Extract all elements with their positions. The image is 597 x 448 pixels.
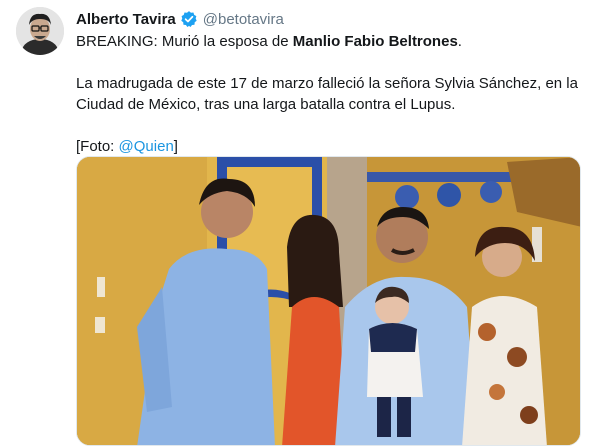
tweet-header: Alberto Tavira @betotavira xyxy=(76,8,284,30)
family-photo-illustration xyxy=(77,157,580,445)
photo-credit-suffix: ] xyxy=(173,138,178,155)
avatar-portrait xyxy=(16,7,64,55)
tweet-text: BREAKING: Murió la esposa de Manlio Fabi… xyxy=(76,31,586,157)
author-name[interactable]: Alberto Tavira xyxy=(76,11,176,28)
tweet-headline: BREAKING: Murió la esposa de Manlio Fabi… xyxy=(76,31,586,52)
verified-badge-icon xyxy=(180,10,198,28)
author-handle[interactable]: @betotavira xyxy=(203,11,284,28)
headline-prefix: BREAKING: Murió la esposa de xyxy=(76,33,293,50)
headline-suffix: . xyxy=(457,33,462,50)
photo-credit-prefix: [Foto: xyxy=(76,138,119,155)
headline-bold-name: Manlio Fabio Beltrones xyxy=(292,33,458,50)
photo-credit: [Foto: @Quien] xyxy=(76,136,586,157)
photo-credit-mention-link[interactable]: @Quien xyxy=(119,138,174,155)
tweet-photo[interactable] xyxy=(76,156,581,446)
tweet-paragraph: La madrugada de este 17 de marzo falleci… xyxy=(76,75,578,113)
author-avatar[interactable] xyxy=(16,7,64,55)
